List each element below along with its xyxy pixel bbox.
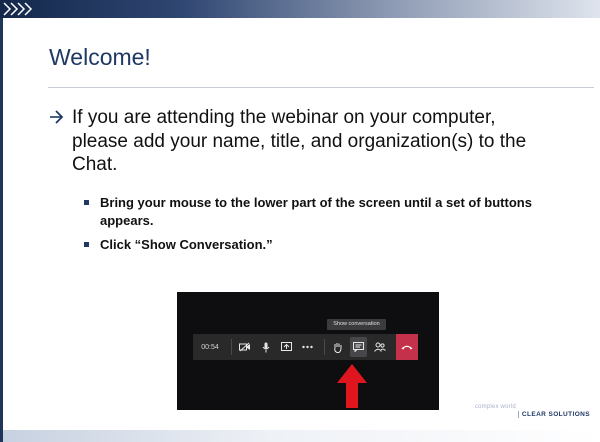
share-screen-icon[interactable]: [278, 337, 295, 357]
show-conversation-icon[interactable]: [350, 337, 367, 357]
square-bullet-icon: [84, 242, 89, 247]
sub-bullet: Bring your mouse to the lower part of th…: [84, 194, 564, 230]
title-divider: [48, 87, 594, 88]
microphone-icon[interactable]: [257, 337, 274, 357]
sub-bullet-text: Click “Show Conversation.”: [100, 237, 273, 252]
slide: Welcome! If you are attending the webina…: [0, 0, 600, 442]
footer-gradient: [3, 430, 600, 442]
sub-bullet: Click “Show Conversation.”: [84, 236, 564, 254]
arrow-bullet-icon: [50, 110, 64, 124]
left-border-rule: [0, 18, 3, 442]
raise-hand-icon[interactable]: [329, 337, 346, 357]
camera-off-icon[interactable]: [236, 337, 253, 357]
brand-logo: complex world CLEAR SOLUTIONS: [475, 402, 590, 418]
slide-title: Welcome!: [49, 44, 151, 70]
participants-icon[interactable]: [371, 337, 388, 357]
brand-tagline: complex world: [474, 404, 516, 410]
red-arrow-icon: [337, 364, 367, 408]
main-bullet-text: If you are attending the webinar on your…: [72, 107, 527, 175]
main-bullet: If you are attending the webinar on your…: [50, 106, 570, 177]
control-divider: [324, 339, 325, 355]
control-divider: [231, 339, 232, 355]
header-gradient-bar: [0, 0, 600, 18]
sub-bullet-text: Bring your mouse to the lower part of th…: [100, 195, 532, 228]
call-timer: 00:54: [201, 343, 219, 351]
teams-controls-screenshot: Show conversation 00:54: [177, 292, 439, 410]
square-bullet-icon: [84, 200, 89, 205]
hang-up-button[interactable]: [396, 334, 418, 360]
more-options-icon[interactable]: [299, 337, 316, 357]
hang-up-icon: [401, 345, 413, 350]
chevrons-icon: [3, 2, 33, 16]
call-control-bar: 00:54: [193, 334, 418, 360]
brand-name: CLEAR SOLUTIONS: [517, 411, 590, 418]
show-conversation-tooltip: Show conversation: [327, 319, 386, 330]
